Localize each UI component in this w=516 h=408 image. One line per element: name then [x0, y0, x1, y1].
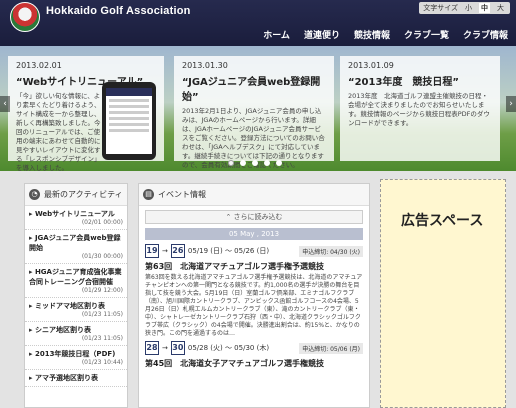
slide-card[interactable]: 2013.01.30 “JGAジュニア会員web登録開始” 2013年2月1日よ… [174, 56, 334, 169]
event-item[interactable]: 19 → 26 05/19 (日) 〜 05/26 (日) 申込締切: 04/3… [145, 244, 363, 338]
events-header: ▤ イベント情報 [139, 184, 369, 206]
slide-date: 2013.01.30 [182, 61, 228, 70]
association-logo[interactable] [10, 2, 40, 32]
activity-item[interactable]: アマ予選地区割り表 [25, 370, 127, 387]
smartphone-image [102, 82, 156, 160]
slider-dot[interactable] [252, 160, 258, 166]
activity-item[interactable]: JGAジュニア会員web登録開始 (01/30 00:00) [25, 230, 127, 264]
activity-item[interactable]: Webサイトリニューアル (02/01 00:00) [25, 206, 127, 230]
activity-header: ◔ 最新のアクティビティ [25, 184, 127, 206]
activity-item[interactable]: ミッドアマ地区割り表 (01/23 11:05) [25, 298, 127, 322]
events-heading: イベント情報 [158, 190, 206, 199]
site-header: Hokkaido Golf Association 文字サイズ 小 中 大 ホー… [0, 0, 516, 46]
slider-pagination [228, 160, 282, 166]
site-title[interactable]: Hokkaido Golf Association [46, 5, 191, 17]
font-size-switcher: 文字サイズ 小 中 大 [419, 2, 510, 14]
slide-card[interactable]: 2013.01.09 “2013年度 競技日程” 2013年度 北海道ゴルフ連盟… [340, 56, 500, 161]
slide-date: 2013.02.01 [16, 61, 62, 70]
activity-title[interactable]: ミッドアマ地区割り表 [29, 301, 123, 311]
slider-prev-icon[interactable]: ‹ [0, 96, 10, 112]
activity-panel: ◔ 最新のアクティビティ Webサイトリニューアル (02/01 00:00) … [24, 183, 128, 408]
ad-label: 広告スペース [401, 213, 484, 229]
activity-item[interactable]: 2013年競技日程（PDF) (01/23 10:44) [25, 346, 127, 370]
slide-card[interactable]: 2013.02.01 “Webサイトリニューアル” 「今」欲しい旬な情報に、より… [8, 56, 164, 171]
nav-news[interactable]: 道連便り [304, 28, 340, 41]
activity-icon: ◔ [29, 189, 40, 200]
activity-time: (01/23 10:44) [81, 359, 123, 366]
slide-date: 2013.01.09 [348, 61, 394, 70]
event-deadline: 申込締切: 05/06 (月) [299, 342, 363, 354]
slide-body: 2013年度 北海道ゴルフ連盟主催競技の日程・会場が全て決まりましたのでお知らせ… [348, 92, 490, 127]
slide-title[interactable]: “JGAジュニア会員web登録開始” [182, 73, 326, 103]
end-date-icon: 30 [170, 341, 185, 355]
activity-heading: 最新のアクティビティ [44, 190, 123, 199]
activity-title[interactable]: アマ予選地区割り表 [29, 373, 123, 383]
ad-space[interactable]: 広告スペース [380, 179, 506, 408]
arrow-right-icon: → [162, 344, 168, 352]
slider-dot[interactable] [276, 160, 282, 166]
activity-title[interactable]: シニア地区割り表 [29, 325, 123, 335]
event-deadline: 申込締切: 04/30 (火) [299, 245, 363, 257]
nav-home[interactable]: ホーム [263, 28, 290, 41]
nav-club-list[interactable]: クラブ一覧 [404, 28, 449, 41]
nav-club-info[interactable]: クラブ情報 [463, 28, 508, 41]
event-body: 第63回を数える北海道アマチュアゴルフ選手権予選競技は、北海道のアマチュアチャン… [145, 274, 363, 337]
activity-time: (01/29 12:00) [81, 287, 123, 294]
nav-competitions[interactable]: 競技情報 [354, 28, 390, 41]
hero-slider: 2013.02.01 “Webサイトリニューアル” 「今」欲しい旬な情報に、より… [0, 46, 516, 171]
load-more-button[interactable]: ⌃ さらに読み込む [145, 210, 363, 224]
slider-next-icon[interactable]: › [506, 96, 516, 112]
font-size-label: 文字サイズ [423, 4, 458, 12]
start-date-icon: 28 [145, 341, 159, 355]
load-more-label: さらに読み込む [233, 213, 283, 221]
start-date-icon: 19 [145, 244, 159, 258]
slide-body: 「今」欲しい旬な情報に、より素早くたどり着けるよう、サイト構成を一から整理し、新… [16, 92, 101, 171]
activity-title[interactable]: JGAジュニア会員web登録開始 [29, 233, 123, 253]
slider-dot[interactable] [240, 160, 246, 166]
activity-item[interactable]: シニア地区割り表 (01/23 11:05) [25, 322, 127, 346]
activity-title[interactable]: Webサイトリニューアル [29, 209, 123, 219]
activity-item[interactable]: HGAジュニア育成強化事業合同トレーニング合宿開催 (01/29 12:00) [25, 264, 127, 298]
event-title[interactable]: 第63回 北海道アマチュアゴルフ選手権予選競技 [145, 261, 363, 272]
font-size-small[interactable]: 小 [463, 3, 474, 13]
slider-dot[interactable] [228, 160, 234, 166]
event-item[interactable]: 28 → 30 05/28 (火) 〜 05/30 (木) 申込締切: 05/0… [145, 341, 363, 369]
events-panel: ▤ イベント情報 ⌃ さらに読み込む 05 May , 2013 19 → 26… [138, 183, 370, 408]
slide-title[interactable]: “2013年度 競技日程” [348, 73, 492, 88]
slider-dot[interactable] [264, 160, 270, 166]
main-nav: ホーム 道連便り 競技情報 クラブ一覧 クラブ情報 [263, 28, 508, 41]
activity-time: (01/30 00:00) [81, 253, 123, 260]
activity-time: (02/01 00:00) [81, 219, 123, 226]
calendar-icon: ▤ [143, 189, 154, 200]
chevron-up-icon: ⌃ [225, 213, 232, 221]
content-area: ◔ 最新のアクティビティ Webサイトリニューアル (02/01 00:00) … [0, 171, 516, 408]
activity-title[interactable]: 2013年競技日程（PDF) [29, 349, 123, 359]
font-size-medium[interactable]: 中 [479, 3, 490, 13]
activity-time: (01/23 11:05) [81, 335, 123, 342]
activity-time: (01/23 11:05) [81, 311, 123, 318]
font-size-large[interactable]: 大 [495, 3, 506, 13]
activity-title[interactable]: HGAジュニア育成強化事業合同トレーニング合宿開催 [29, 267, 123, 287]
event-range: 05/28 (火) 〜 05/30 (木) [187, 344, 270, 352]
event-title[interactable]: 第45回 北海道女子アマチュアゴルフ選手権競技 [145, 358, 363, 369]
end-date-icon: 26 [170, 244, 185, 258]
arrow-right-icon: → [162, 247, 168, 255]
date-divider: 05 May , 2013 [145, 228, 363, 240]
event-range: 05/19 (日) 〜 05/26 (日) [187, 247, 270, 255]
